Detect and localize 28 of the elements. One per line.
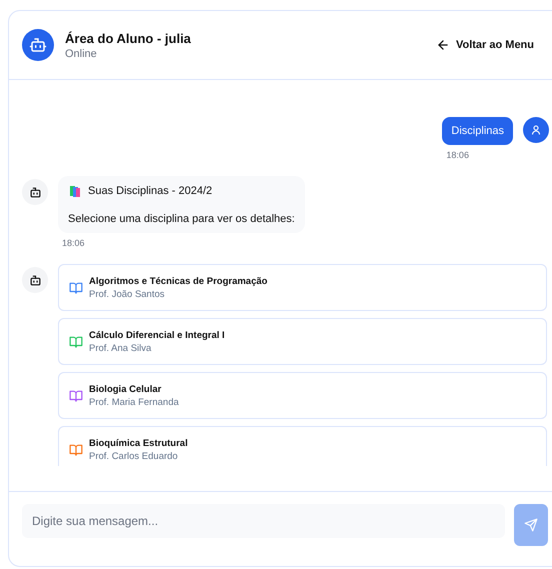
course-card[interactable]: Algoritmos e Técnicas de Programação Prof. João Santos xyxy=(58,264,547,311)
teacher-name: Prof. Carlos Eduardo xyxy=(89,450,179,462)
user-message: Disciplinas xyxy=(442,117,513,145)
bot-avatar-icon xyxy=(22,267,48,293)
message-time: 18:06 xyxy=(62,238,86,248)
course-name: Biologia Celular xyxy=(89,384,162,394)
bot-avatar-icon xyxy=(22,179,48,205)
message-input[interactable]: Digite sua mensagem... xyxy=(22,504,505,538)
bot-avatar-icon xyxy=(22,29,54,61)
course-card[interactable]: Cálculo Diferencial e Integral I Prof. Ana Silva xyxy=(58,318,547,365)
teacher-name: Prof. João Santos xyxy=(89,288,166,300)
teacher-name: Prof. Ana Silva xyxy=(89,342,152,354)
course-name: Bioquímica Estrutural xyxy=(89,438,188,448)
message-title: Suas Disciplinas - 2024/2 xyxy=(88,185,212,197)
chat-title: Área do Aluno - julia xyxy=(65,30,192,46)
user-avatar-icon xyxy=(523,117,549,143)
course-card[interactable]: Bioquímica Estrutural Prof. Carlos Eduardo xyxy=(58,426,547,466)
back-button[interactable]: Voltar ao Menu xyxy=(432,34,538,56)
course-name: Cálculo Diferencial e Integral I xyxy=(89,330,225,340)
course-card[interactable]: Biologia Celular Prof. Maria Fernanda xyxy=(58,372,547,419)
course-name: Algoritmos e Técnicas de Programação xyxy=(89,276,268,286)
books-icon xyxy=(68,184,82,198)
message-text: Selecione uma disciplina para ver os detalhes: xyxy=(68,213,295,225)
arrow-left-icon xyxy=(436,38,450,52)
teacher-name: Prof. Maria Fernanda xyxy=(89,396,179,408)
status-text: Online xyxy=(65,48,98,60)
send-icon xyxy=(524,518,538,532)
message-time: 18:06 xyxy=(446,150,469,160)
